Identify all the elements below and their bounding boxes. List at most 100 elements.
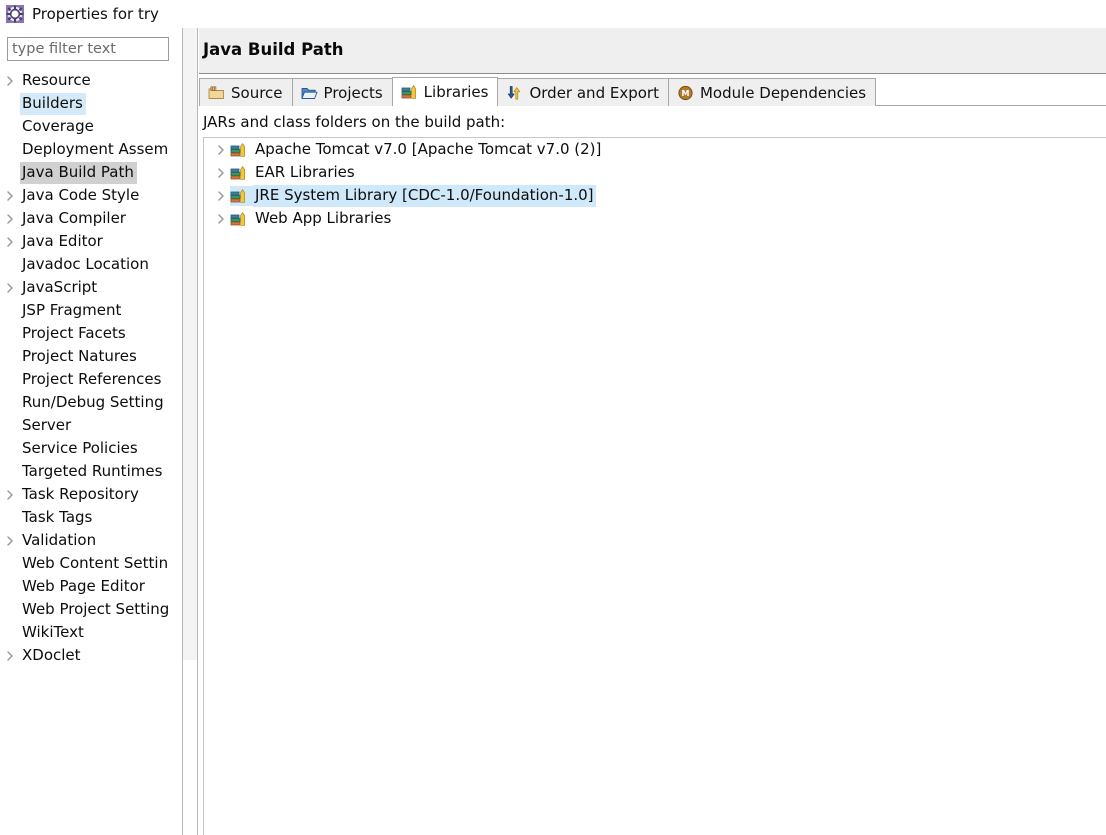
books-icon: [230, 211, 245, 226]
sidebar-item-web-page-editor[interactable]: Web Page Editor: [0, 575, 182, 598]
sidebar-item-coverage[interactable]: Coverage: [0, 115, 182, 138]
sidebar-item-web-content-settin[interactable]: Web Content Settin: [0, 552, 182, 575]
sidebar-item-wikitext[interactable]: WikiText: [0, 621, 182, 644]
expand-arrow[interactable]: [0, 282, 20, 294]
sidebar-item-label: Java Code Style: [22, 185, 140, 204]
sidebar-item-web-project-setting[interactable]: Web Project Setting: [0, 598, 182, 621]
sidebar-item-deployment-assem[interactable]: Deployment Assem: [0, 138, 182, 161]
expand-arrow[interactable]: [0, 213, 20, 225]
library-row[interactable]: JRE System Library [CDC-1.0/Foundation-1…: [204, 184, 1106, 207]
expand-arrow[interactable]: [0, 190, 20, 202]
library-label: EAR Libraries: [255, 162, 355, 181]
sidebar-item-run-debug-setting[interactable]: Run/Debug Setting: [0, 391, 182, 414]
expand-arrow[interactable]: [0, 75, 20, 87]
chevron-right-icon: [218, 213, 224, 224]
sidebar-item-label: Task Tags: [22, 507, 93, 526]
sidebar-item-label: Run/Debug Setting: [22, 392, 164, 411]
properties-dialog: Properties for try Resource BuildersCover…: [0, 0, 1106, 835]
sidebar-item-java-build-path[interactable]: Java Build Path: [0, 161, 182, 184]
chevron-right-icon: [218, 167, 224, 178]
sidebar-item-jsp-fragment[interactable]: JSP Fragment: [0, 299, 182, 322]
sidebar-item-label: JavaScript: [22, 277, 98, 296]
sidebar-item-service-policies[interactable]: Service Policies: [0, 437, 182, 460]
expand-arrow[interactable]: [0, 650, 20, 662]
page-pane: Java Build Path Source Projects Libraries O…: [199, 28, 1106, 835]
tab-label: Projects: [323, 83, 383, 102]
library-icon-wrap: [230, 140, 253, 160]
tab-module-dependencies[interactable]: M Module Dependencies: [667, 78, 877, 106]
open-folder-icon: [301, 87, 317, 99]
sidebar-item-java-editor[interactable]: Java Editor: [0, 230, 182, 253]
library-icon-wrap: [230, 163, 253, 183]
tab-label: Order and Export: [529, 83, 659, 102]
filter-input[interactable]: [7, 37, 169, 61]
svg-text:M: M: [681, 89, 689, 98]
chevron-right-icon: [7, 650, 13, 661]
sidebar-scrollbar-thumb[interactable]: [183, 28, 197, 660]
sidebar-item-project-facets[interactable]: Project Facets: [0, 322, 182, 345]
chevron-right-icon: [218, 190, 224, 201]
sidebar-item-task-tags[interactable]: Task Tags: [0, 506, 182, 529]
expand-arrow[interactable]: [212, 190, 230, 202]
tab-source[interactable]: Source: [199, 78, 293, 106]
tab-label: Source: [231, 83, 283, 102]
tab-label: Module Dependencies: [699, 83, 867, 102]
library-label: JRE System Library [CDC-1.0/Foundation-1…: [253, 184, 596, 207]
library-row[interactable]: Web App Libraries: [204, 207, 1106, 230]
library-icon-wrap: [230, 209, 253, 229]
tab-libraries[interactable]: Libraries: [391, 77, 499, 106]
expand-arrow[interactable]: [212, 144, 230, 156]
sidebar-item-label: Web Project Setting: [22, 599, 170, 618]
dialog-title: Properties for try: [32, 5, 159, 23]
tab-projects[interactable]: Projects: [291, 78, 393, 106]
tab-strip: Source Projects Libraries Order and Export M…: [199, 77, 1106, 106]
sidebar-item-label: Web Content Settin: [22, 553, 169, 572]
sidebar-item-label: Javadoc Location: [22, 254, 149, 273]
sidebar-item-resource[interactable]: Resource: [0, 69, 182, 92]
settings-tree[interactable]: Resource Builders Coverage Deployment Assem…: [0, 69, 182, 835]
sidebar-item-javadoc-location[interactable]: Javadoc Location: [0, 253, 182, 276]
expand-arrow[interactable]: [212, 167, 230, 179]
library-row[interactable]: EAR Libraries: [204, 161, 1106, 184]
expand-arrow[interactable]: [0, 489, 20, 501]
source-folder-icon: [208, 86, 224, 99]
chevron-right-icon: [7, 213, 13, 224]
sidebar-item-label: Project Facets: [22, 323, 126, 342]
sidebar-item-java-compiler[interactable]: Java Compiler: [0, 207, 182, 230]
sidebar-item-validation[interactable]: Validation: [0, 529, 182, 552]
expand-arrow[interactable]: [212, 213, 230, 225]
gear-icon: [6, 5, 24, 23]
sidebar-item-label: Task Repository: [22, 484, 139, 503]
library-row[interactable]: Apache Tomcat v7.0 [Apache Tomcat v7.0 (…: [204, 138, 1106, 161]
sidebar-item-task-repository[interactable]: Task Repository: [0, 483, 182, 506]
chevron-right-icon: [7, 282, 13, 293]
sidebar-scrollbar[interactable]: [182, 28, 198, 835]
sidebar-item-javascript[interactable]: JavaScript: [0, 276, 182, 299]
settings-sidebar: Resource BuildersCoverage Deployment Assem…: [0, 28, 182, 835]
sidebar-item-label: Java Compiler: [22, 208, 126, 227]
page-header: Java Build Path: [199, 28, 1106, 74]
sidebar-item-project-references[interactable]: Project References: [0, 368, 182, 391]
sidebar-item-project-natures[interactable]: Project Natures: [0, 345, 182, 368]
sidebar-item-targeted-runtimes[interactable]: Targeted Runtimes: [0, 460, 182, 483]
sidebar-item-xdoclet[interactable]: XDoclet: [0, 644, 182, 667]
sidebar-item-label: JSP Fragment: [22, 300, 122, 319]
sidebar-item-label: Project References: [22, 369, 162, 388]
sidebar-item-label: XDoclet: [22, 645, 81, 664]
sidebar-item-label: Project Natures: [22, 346, 137, 365]
sidebar-item-label: Java Editor: [22, 231, 103, 250]
library-icon-wrap: [230, 185, 253, 206]
sidebar-item-builders[interactable]: Builders: [0, 92, 182, 115]
expand-arrow[interactable]: [0, 236, 20, 248]
module-circle-icon: M: [678, 85, 693, 100]
sidebar-item-java-code-style[interactable]: Java Code Style: [0, 184, 182, 207]
library-label: Apache Tomcat v7.0 [Apache Tomcat v7.0 (…: [255, 139, 602, 158]
sidebar-item-label: Service Policies: [22, 438, 138, 457]
libraries-list[interactable]: Apache Tomcat v7.0 [Apache Tomcat v7.0 (…: [203, 137, 1106, 835]
list-caption: JARs and class folders on the build path…: [203, 113, 506, 131]
sidebar-item-label: Java Build Path: [20, 161, 137, 184]
chevron-right-icon: [7, 236, 13, 247]
sidebar-item-server[interactable]: Server: [0, 414, 182, 437]
expand-arrow[interactable]: [0, 535, 20, 547]
tab-order-and-export[interactable]: Order and Export: [497, 78, 669, 106]
